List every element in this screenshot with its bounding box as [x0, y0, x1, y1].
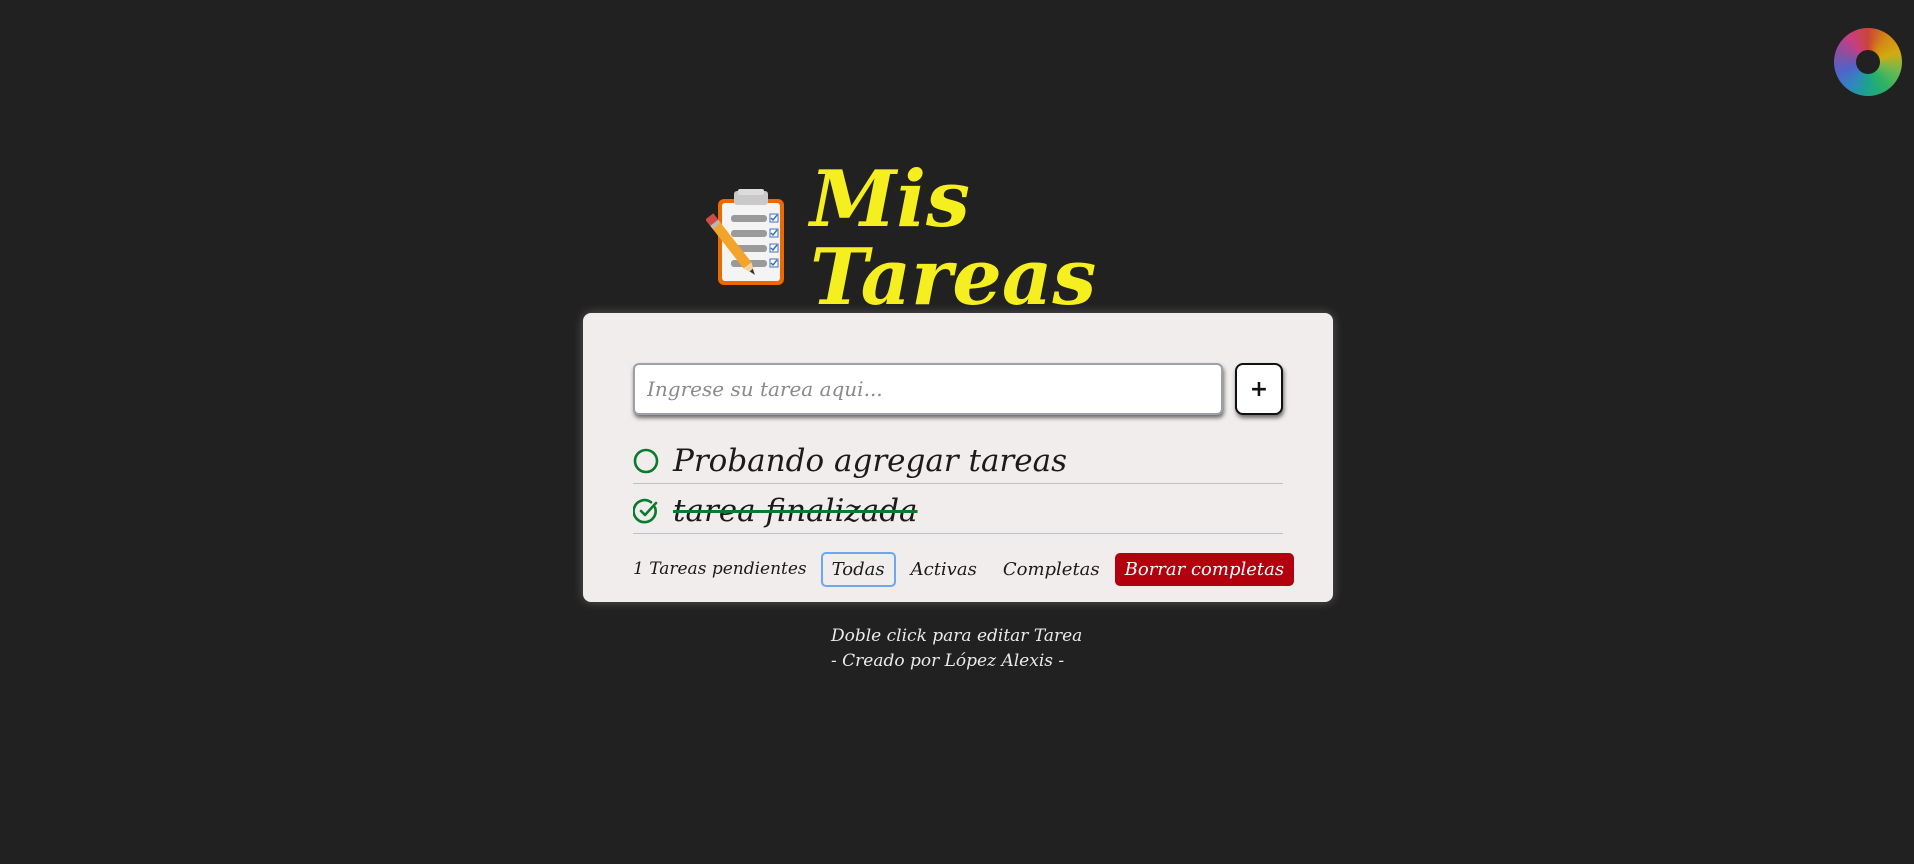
page-header: Mis Tareas	[700, 161, 1220, 317]
credits: - Creado por López Alexis -	[831, 651, 1065, 671]
circle-check-icon[interactable]	[633, 498, 659, 524]
clear-completed-button[interactable]: Borrar completas	[1114, 552, 1295, 586]
task-list: Probando agregar tareas tarea finalizada	[633, 434, 1283, 534]
new-task-input[interactable]	[633, 363, 1223, 415]
clipboard-icon	[705, 189, 796, 289]
task-item[interactable]: tarea finalizada	[633, 484, 1283, 534]
todo-card: + Probando agregar tareas tarea finaliza…	[583, 313, 1333, 602]
task-item[interactable]: Probando agregar tareas	[633, 434, 1283, 484]
add-task-button[interactable]: +	[1235, 363, 1283, 415]
filter-active[interactable]: Activas	[900, 552, 988, 587]
task-text: Probando agregar tareas	[673, 442, 1067, 479]
pending-count: 1 Tareas pendientes	[633, 559, 807, 579]
page-title: Mis Tareas	[810, 154, 1097, 323]
task-text: tarea finalizada	[673, 492, 918, 529]
theme-color-wheel-icon[interactable]	[1834, 28, 1902, 96]
filter-completed[interactable]: Completas	[992, 552, 1111, 587]
info-footer: Doble click para editar Tarea - Creado p…	[831, 624, 1131, 674]
task-footer: 1 Tareas pendientes Todas Activas Comple…	[633, 551, 1295, 587]
circle-unchecked-icon[interactable]	[633, 448, 659, 474]
edit-hint: Doble click para editar Tarea	[831, 626, 1083, 646]
filter-all[interactable]: Todas	[820, 551, 896, 587]
